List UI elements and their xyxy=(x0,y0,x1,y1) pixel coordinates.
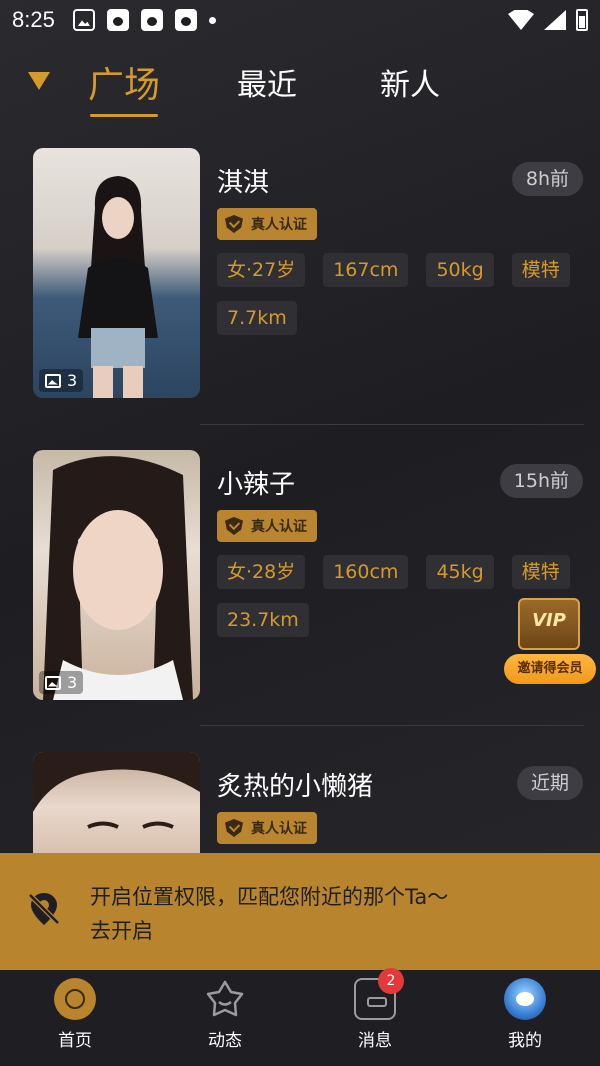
profile-name: 淇淇 xyxy=(217,168,270,198)
nav-messages[interactable]: 消息 xyxy=(300,970,450,1066)
profile-tags: 女·27岁 167cm 50kg 模特 7.7km xyxy=(217,253,577,335)
active-time-badge: 近期 xyxy=(516,766,583,800)
tag-occupation: 模特 xyxy=(511,555,570,589)
tab-recent[interactable]: 最近 xyxy=(237,60,297,104)
divider xyxy=(200,424,584,425)
verified-label: 真人认证 xyxy=(251,519,307,535)
tag-height: 160cm xyxy=(323,555,409,589)
dropdown-triangle-icon[interactable] xyxy=(28,72,50,90)
verified-shield-icon xyxy=(225,215,243,233)
signal-icon xyxy=(544,10,566,30)
moments-icon xyxy=(206,980,244,1017)
tag-height: 167cm xyxy=(323,253,409,287)
avatar-icon xyxy=(504,978,546,1020)
unread-messages-badge: 2 xyxy=(378,968,404,994)
tag-gender-age: 女·27岁 xyxy=(217,253,306,287)
tab-square[interactable]: 广场 xyxy=(88,56,160,108)
wifi-icon xyxy=(508,10,534,30)
tag-distance: 23.7km xyxy=(217,603,309,637)
nav-moments-label: 动态 xyxy=(208,1031,242,1051)
person-figure xyxy=(33,752,200,829)
gallery-icon xyxy=(45,675,61,690)
tab-new[interactable]: 新人 xyxy=(380,60,440,104)
nav-profile-label: 我的 xyxy=(508,1031,542,1051)
tag-distance: 7.7km xyxy=(217,301,297,335)
nav-home[interactable]: 首页 xyxy=(0,970,150,1066)
home-icon xyxy=(54,978,96,1020)
top-tabs: 广场 最近 新人 xyxy=(0,52,600,122)
baidu-notification-icon xyxy=(174,9,197,31)
tag-gender-age: 女·28岁 xyxy=(217,555,306,589)
status-time: 8:25 xyxy=(12,7,55,32)
baidu-notification-icon xyxy=(140,9,163,31)
person-figure xyxy=(78,176,158,398)
location-permission-banner[interactable]: 开启位置权限，匹配您附近的那个Ta～ 去开启 xyxy=(0,853,600,970)
vip-invite-widget[interactable]: VIP 邀请得会员 xyxy=(504,598,596,686)
more-notifications-icon xyxy=(208,16,216,24)
nav-home-label: 首页 xyxy=(58,1031,92,1051)
location-prompt-text: 开启位置权限，匹配您附近的那个Ta～ xyxy=(90,885,449,909)
profile-photo[interactable]: 3 xyxy=(33,148,200,398)
photo-count: 3 xyxy=(39,369,84,392)
active-time-badge: 8h前 xyxy=(511,162,583,196)
verified-label: 真人认证 xyxy=(251,217,307,233)
enable-location-link[interactable]: 去开启 xyxy=(90,915,153,945)
divider xyxy=(200,725,584,726)
profile-card[interactable]: 炙热的小懒猪 近期 真人认证 xyxy=(0,752,600,862)
active-time-badge: 15h前 xyxy=(499,464,583,498)
nav-profile[interactable]: 我的 xyxy=(450,970,600,1066)
baidu-notification-icon xyxy=(106,9,129,31)
tag-weight: 45kg xyxy=(426,555,494,589)
verified-badge: 真人认证 xyxy=(217,510,317,542)
photo-count: 3 xyxy=(39,671,84,694)
profile-photo[interactable] xyxy=(33,752,200,862)
verified-badge: 真人认证 xyxy=(217,208,317,240)
verified-label: 真人认证 xyxy=(251,821,307,837)
profile-name: 炙热的小懒猪 xyxy=(217,772,374,802)
verified-badge: 真人认证 xyxy=(217,812,317,844)
bottom-navigation: 首页 动态 消息 我的 2 xyxy=(0,968,600,1066)
tag-weight: 50kg xyxy=(426,253,494,287)
image-notification-icon xyxy=(72,9,95,31)
system-icons xyxy=(508,9,588,31)
tag-occupation: 模特 xyxy=(511,253,570,287)
gallery-icon xyxy=(45,373,61,388)
vip-invite-label: 邀请得会员 xyxy=(504,654,596,684)
profile-photo[interactable]: 3 xyxy=(33,450,200,700)
photo-count-value: 3 xyxy=(67,371,78,390)
battery-icon xyxy=(576,9,588,31)
person-figure xyxy=(43,456,193,700)
verified-shield-icon xyxy=(225,819,243,837)
nav-moments[interactable]: 动态 xyxy=(150,970,300,1066)
active-tab-indicator xyxy=(90,114,158,117)
notification-icons xyxy=(72,9,216,31)
vip-badge-text: VIP xyxy=(532,610,566,631)
app-root: 8:25 广场 最近 新人 3 淇淇 8h前 真人认证 女·27岁 167cm … xyxy=(0,0,600,1066)
vip-icon: VIP xyxy=(518,598,580,650)
profile-name: 小辣子 xyxy=(217,470,296,500)
verified-shield-icon xyxy=(225,517,243,535)
location-off-icon xyxy=(28,893,60,925)
profile-card[interactable]: 3 淇淇 8h前 真人认证 女·27岁 167cm 50kg 模特 7.7km xyxy=(0,148,600,424)
photo-count-value: 3 xyxy=(67,673,78,692)
nav-messages-label: 消息 xyxy=(358,1031,392,1051)
status-bar: 8:25 xyxy=(0,0,600,40)
